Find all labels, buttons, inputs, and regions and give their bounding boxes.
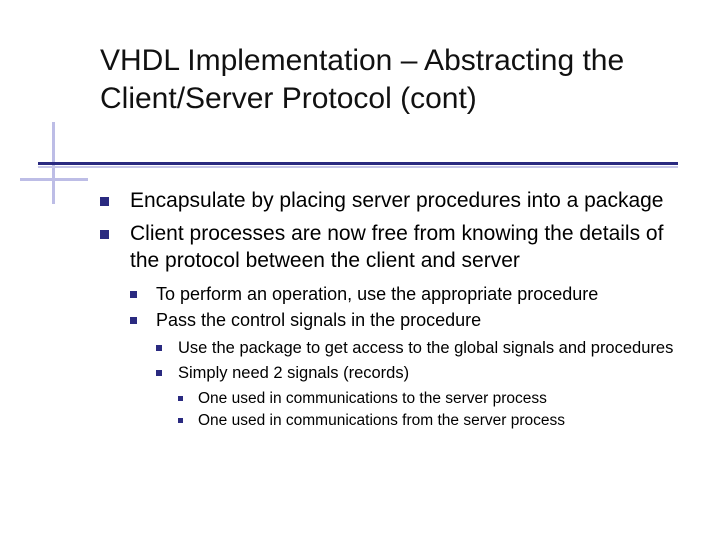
bullet-text: Encapsulate by placing server procedures… <box>130 189 664 212</box>
bullet-icon <box>100 197 109 206</box>
title-underline <box>38 162 678 165</box>
bullet-l1: Encapsulate by placing server procedures… <box>100 188 680 215</box>
bullet-l1: Client processes are now free from knowi… <box>100 221 680 432</box>
bullet-icon <box>156 345 162 351</box>
bullet-text: Client processes are now free from knowi… <box>130 222 663 272</box>
bullet-text: One used in communications to the server… <box>198 390 547 407</box>
decoration-horizontal <box>20 178 88 181</box>
bullet-icon <box>130 317 137 324</box>
bullet-icon <box>156 370 162 376</box>
bullet-l3: Use the package to get access to the glo… <box>156 338 680 359</box>
bullet-l2: Pass the control signals in the procedur… <box>130 309 680 432</box>
bullet-l4: One used in communications to the server… <box>178 389 680 409</box>
slide-body: Encapsulate by placing server procedures… <box>100 188 680 438</box>
bullet-text: One used in communications from the serv… <box>198 412 565 429</box>
bullet-text: Use the package to get access to the glo… <box>178 339 673 357</box>
bullet-text: Simply need 2 signals (records) <box>178 364 409 382</box>
bullet-l4: One used in communications from the serv… <box>178 411 680 431</box>
slide: VHDL Implementation – Abstracting the Cl… <box>0 0 720 540</box>
bullet-icon <box>130 291 137 298</box>
bullet-text: Pass the control signals in the procedur… <box>156 310 481 330</box>
bullet-l3: Simply need 2 signals (records) One used… <box>156 363 680 432</box>
bullet-icon <box>178 396 183 401</box>
bullet-icon <box>178 418 183 423</box>
bullet-icon <box>100 230 109 239</box>
title-underline-shadow <box>38 166 678 168</box>
slide-title: VHDL Implementation – Abstracting the Cl… <box>100 42 660 117</box>
bullet-text: To perform an operation, use the appropr… <box>156 284 598 304</box>
bullet-l2: To perform an operation, use the appropr… <box>130 283 680 306</box>
